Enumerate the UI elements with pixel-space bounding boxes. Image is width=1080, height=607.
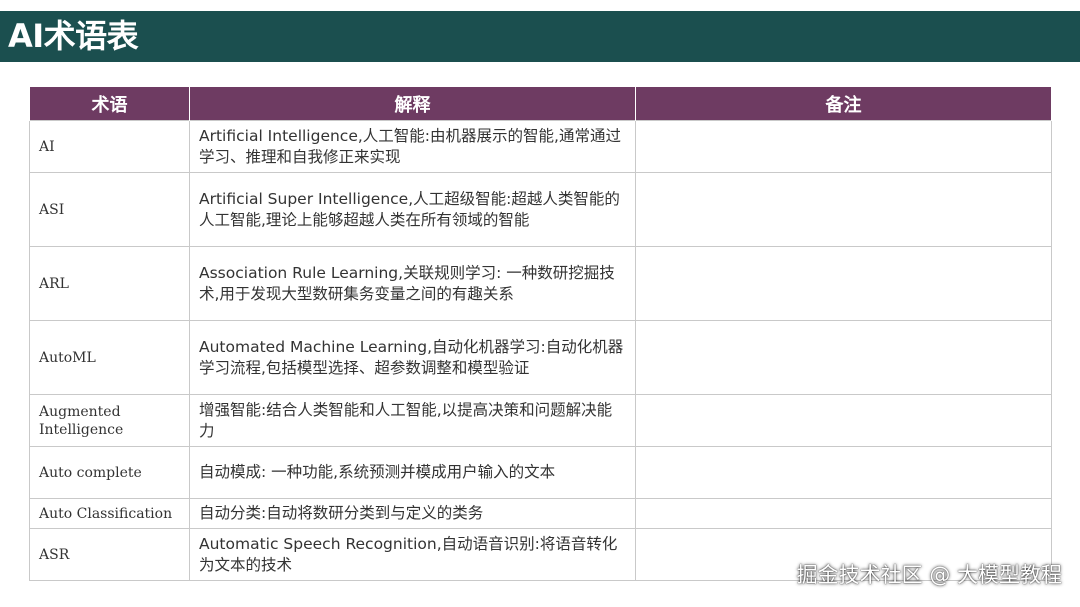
- note-cell: [635, 446, 1052, 499]
- note-cell: [635, 172, 1052, 247]
- glossary-table: 术语 解释 备注 AI Artificial Intelligence,人工智能…: [29, 87, 1052, 581]
- table-row: Augmented Intelligence 增强智能:结合人类智能和人工智能,…: [29, 394, 1052, 447]
- watermark: 掘金技术社区 @ 大模型教程: [796, 563, 1062, 587]
- table-row: Auto complete 自动模成: 一种功能,系统预测并模成用户输入的文本: [29, 446, 1052, 499]
- explanation-cell: Automatic Speech Recognition,自动语音识别:将语音转…: [189, 528, 636, 581]
- header-term: 术语: [29, 87, 190, 121]
- note-cell: [635, 320, 1052, 395]
- explanation-cell: 增强智能:结合人类智能和人工智能,以提高决策和问题解决能力: [189, 394, 636, 447]
- header-explanation: 解释: [189, 87, 636, 121]
- note-cell: [635, 120, 1052, 173]
- term-cell: ARL: [29, 246, 190, 321]
- table-row: ASI Artificial Super Intelligence,人工超级智能…: [29, 172, 1052, 247]
- term-cell: Augmented Intelligence: [29, 394, 190, 447]
- term-cell: ASI: [29, 172, 190, 247]
- note-cell: [635, 246, 1052, 321]
- term-cell: ASR: [29, 528, 190, 581]
- explanation-cell: Artificial Intelligence,人工智能:由机器展示的智能,通常…: [189, 120, 636, 173]
- explanation-cell: 自动分类:自动将数研分类到与定义的类务: [189, 498, 636, 529]
- title-bar: AI术语表: [0, 11, 1080, 62]
- note-cell: [635, 498, 1052, 529]
- page-title: AI术语表: [8, 17, 139, 55]
- term-cell: AutoML: [29, 320, 190, 395]
- table-row: AutoML Automated Machine Learning,自动化机器学…: [29, 320, 1052, 395]
- term-cell: Auto complete: [29, 446, 190, 499]
- explanation-cell: Automated Machine Learning,自动化机器学习:自动化机器…: [189, 320, 636, 395]
- note-cell: [635, 394, 1052, 447]
- table-row: Auto Classification 自动分类:自动将数研分类到与定义的类务: [29, 498, 1052, 529]
- header-notes: 备注: [635, 87, 1052, 121]
- term-cell: AI: [29, 120, 190, 173]
- table-row: ARL Association Rule Learning,关联规则学习: 一种…: [29, 246, 1052, 321]
- term-cell: Auto Classification: [29, 498, 190, 529]
- table-row: AI Artificial Intelligence,人工智能:由机器展示的智能…: [29, 120, 1052, 173]
- table-header-row: 术语 解释 备注: [29, 87, 1052, 121]
- explanation-cell: Association Rule Learning,关联规则学习: 一种数研挖掘…: [189, 246, 636, 321]
- explanation-cell: 自动模成: 一种功能,系统预测并模成用户输入的文本: [189, 446, 636, 499]
- explanation-cell: Artificial Super Intelligence,人工超级智能:超越人…: [189, 172, 636, 247]
